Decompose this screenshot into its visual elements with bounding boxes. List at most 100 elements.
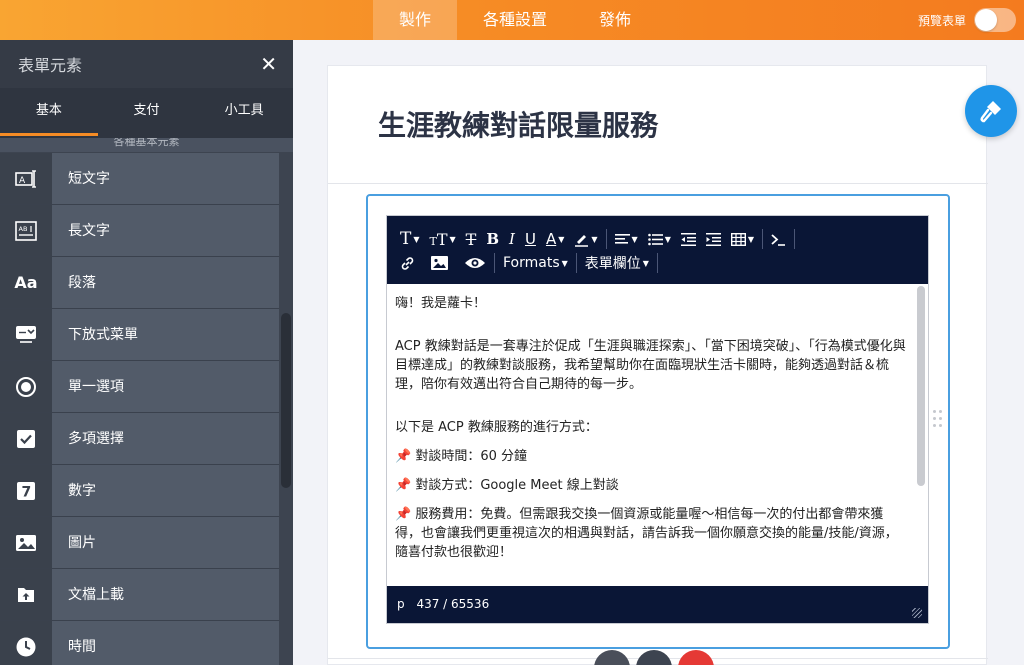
caret-down-icon: ▼	[561, 258, 568, 268]
caret-down-icon: ▼	[631, 234, 638, 244]
sidebar-item-label: 長文字	[52, 205, 279, 256]
sidebar-item-label: 短文字	[52, 153, 279, 204]
paint-roller-icon	[980, 101, 1001, 123]
detail-item-fee: 📌 服務費用：免費。但需跟我交換一個資源或能量喔～相信每一次的付出都會帶來獲得，…	[395, 505, 909, 562]
tab-settings[interactable]: 各種設置	[457, 0, 573, 40]
detail-item-duration: 📌 對談時間：60 分鐘	[395, 447, 909, 466]
preview-button[interactable]	[459, 252, 491, 274]
toolbar-separator	[575, 253, 577, 273]
formats-dropdown[interactable]: Formats ▼	[498, 252, 573, 274]
svg-text:A: A	[19, 176, 26, 186]
tab-publish[interactable]: 發佈	[573, 0, 657, 40]
sidebar-item-label: 文檔上載	[52, 569, 279, 620]
sidebar-item-label: 段落	[52, 257, 279, 308]
clear-format-button[interactable]: T	[461, 228, 482, 250]
toolbar-separator	[762, 229, 763, 249]
font-family-button[interactable]: T ▼	[395, 228, 425, 250]
pushpin-icon: 📌	[395, 507, 412, 522]
italic-icon: I	[509, 230, 515, 248]
list-button[interactable]: ▼	[643, 228, 676, 250]
bold-icon: B	[486, 230, 500, 248]
sidebar-item-long-text[interactable]: AB 長文字	[0, 205, 279, 257]
number-icon: 7	[0, 465, 52, 516]
highlight-button[interactable]: ▼	[569, 228, 602, 250]
sidebar-item-label: 單一選項	[52, 361, 279, 412]
resize-handle-icon[interactable]	[912, 608, 922, 618]
sidebar-item-label: 下放式菜單	[52, 309, 279, 360]
sidebar-item-multiple-choice[interactable]: 多項選擇	[0, 413, 279, 465]
editor-scrollbar-thumb[interactable]	[917, 286, 925, 486]
formats-label: Formats	[503, 255, 560, 271]
sidebar-item-label: 圖片	[52, 517, 279, 568]
form-designer-button[interactable]	[965, 85, 1017, 137]
toolbar-separator	[794, 229, 795, 249]
caret-down-icon: ▼	[413, 234, 420, 244]
image-icon	[0, 517, 52, 568]
upload-icon	[0, 569, 52, 620]
caret-down-icon: ▼	[558, 234, 565, 244]
italic-button[interactable]: I	[504, 228, 520, 250]
preview-control: 預覽表單	[918, 8, 1016, 32]
sidebar-item-label: 多項選擇	[52, 413, 279, 464]
table-button[interactable]: ▼	[726, 228, 759, 250]
link-icon	[401, 256, 414, 270]
sidebar-title: 表單元素	[18, 56, 83, 75]
preview-toggle[interactable]	[974, 8, 1016, 32]
process-heading: 以下是 ACP 教練服務的進行方式：	[395, 420, 598, 435]
sidebar-tab-widgets[interactable]: 小工具	[195, 88, 293, 138]
drag-handle-icon[interactable]	[933, 410, 943, 432]
sidebar-item-time[interactable]: 時間	[0, 621, 279, 665]
caret-down-icon: ▼	[449, 234, 456, 244]
detail-item-method: 📌 對談方式：Google Meet 線上對談	[395, 476, 909, 495]
pushpin-icon: 📌	[395, 449, 412, 464]
align-left-icon	[614, 233, 630, 244]
detail-text: 對談方式：Google Meet 線上對談	[415, 478, 619, 493]
highlighter-icon	[575, 234, 589, 247]
close-icon[interactable]: ✕	[260, 54, 277, 74]
bold-button[interactable]: B	[481, 228, 504, 250]
sidebar-item-dropdown[interactable]: 下放式菜單	[0, 309, 279, 361]
sidebar-item-label: 時間	[52, 621, 279, 665]
active-tab-indicator	[0, 133, 98, 136]
top-bar: 製作 各種設置 發佈 預覽表單	[0, 0, 1024, 40]
align-button[interactable]: ▼	[610, 228, 643, 250]
eye-icon	[465, 258, 485, 268]
link-button[interactable]	[395, 252, 420, 274]
image-icon	[431, 256, 448, 270]
detail-text: 對談時間：60 分鐘	[415, 449, 528, 464]
toolbar-separator	[656, 253, 658, 273]
sidebar-item-image[interactable]: 圖片	[0, 517, 279, 569]
insert-image-button[interactable]	[426, 252, 453, 274]
underline-button[interactable]: U	[520, 228, 541, 250]
tab-build[interactable]: 製作	[373, 0, 458, 40]
toolbar-row-1: T ▼ TT ▼ T B I U A ▼ ▼ ▼ ▼ ▼	[395, 228, 798, 250]
terminal-icon	[771, 233, 785, 246]
editor-content[interactable]: 嗨！我是蘿卡！ ACP 教練對話是一套專注於促成「生涯與職涯探索」、「當下困境突…	[387, 284, 917, 586]
section-label: 各種基本元素	[0, 138, 293, 152]
bullet-list-icon	[647, 233, 663, 245]
sidebar-item-file-upload[interactable]: 文檔上載	[0, 569, 279, 621]
text-color-button[interactable]: A ▼	[541, 228, 569, 250]
radio-icon	[0, 361, 52, 412]
code-button[interactable]	[766, 228, 791, 250]
form-title[interactable]: 生涯教練對話限量服務	[378, 104, 658, 144]
toolbar-row-2: Formats ▼ 表單欄位 ▼	[395, 252, 661, 274]
editor-statusbar: p 437 / 65536	[387, 586, 928, 623]
font-size-button[interactable]: TT ▼	[425, 228, 461, 250]
sidebar-item-single-choice[interactable]: 單一選項	[0, 361, 279, 413]
form-fields-dropdown[interactable]: 表單欄位 ▼	[580, 252, 654, 274]
main-tabs: 製作 各種設置 發佈	[373, 0, 657, 40]
sidebar-item-number[interactable]: 7 數字	[0, 465, 279, 517]
sidebar-item-short-text[interactable]: A 短文字	[0, 153, 279, 205]
sidebar-tab-payment[interactable]: 支付	[98, 88, 196, 138]
element-path[interactable]: p	[397, 597, 405, 611]
form-fields-label: 表單欄位	[584, 256, 641, 272]
outdent-button[interactable]	[676, 228, 701, 250]
sidebar-item-paragraph[interactable]: Aa 段落	[0, 257, 279, 309]
indent-button[interactable]	[701, 228, 726, 250]
sidebar-scrollbar-thumb[interactable]	[281, 313, 291, 488]
checkbox-icon	[0, 413, 52, 464]
text-color-icon: A	[545, 230, 557, 248]
sidebar-tab-basic[interactable]: 基本	[0, 88, 98, 138]
svg-text:7: 7	[22, 484, 32, 500]
